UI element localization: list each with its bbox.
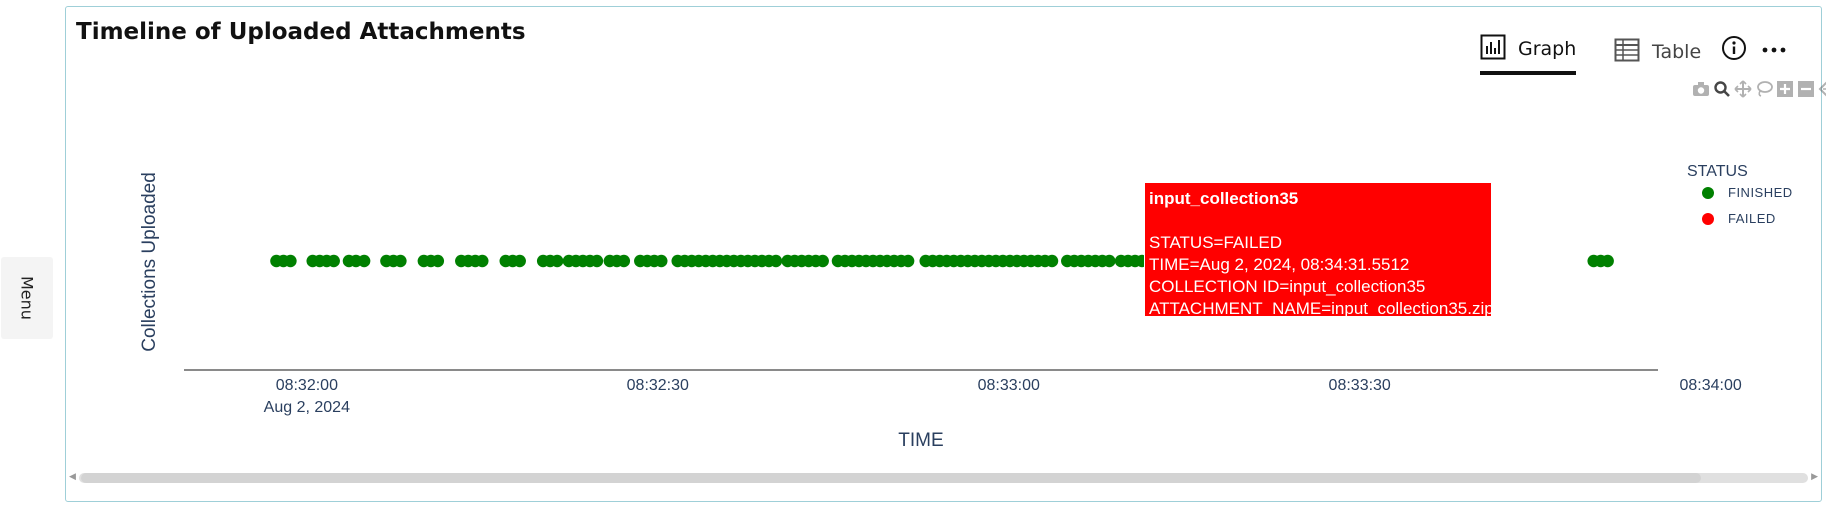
tooltip-line-status: STATUS=FAILED: [1149, 233, 1283, 252]
tooltip-line-collection-id: COLLECTION ID=input_collection35: [1149, 277, 1426, 296]
data-point-finished[interactable]: [816, 254, 829, 268]
x-axis-title: TIME: [898, 430, 943, 451]
plot-area: 08:32:00 Aug 2, 2024 08:32:30 08:33:00 08:33…: [139, 172, 1742, 451]
data-point-finished[interactable]: [327, 254, 340, 268]
data-point-finished[interactable]: [901, 254, 915, 268]
scroll-thumb[interactable]: [81, 473, 1701, 483]
x-tick-label: 08:32:30: [627, 377, 689, 394]
hover-tooltip: input_collection35 STATUS=FAILED TIME=Au…: [1144, 182, 1494, 318]
data-point-finished[interactable]: [1601, 254, 1614, 268]
tooltip-line-time: TIME=Aug 2, 2024, 08:34:31.5512: [1149, 255, 1410, 274]
data-point-finished[interactable]: [284, 254, 297, 268]
x-tick-label: 08:33:00: [978, 377, 1040, 394]
data-point-finished[interactable]: [476, 254, 489, 268]
data-point-finished[interactable]: [357, 254, 371, 268]
data-point-finished[interactable]: [394, 254, 407, 268]
data-point-finished[interactable]: [1103, 254, 1116, 268]
tooltip-line-attachment-name: ATTACHMENT_NAME=input_collection35.zip: [1149, 299, 1494, 318]
horizontal-scrollbar[interactable]: ◀ ▶: [65, 471, 1822, 483]
data-point-finished[interactable]: [550, 254, 564, 268]
data-point-finished[interactable]: [513, 254, 526, 268]
data-point-finished[interactable]: [1045, 254, 1059, 268]
data-point-finished[interactable]: [769, 254, 783, 268]
x-tick-label: 08:33:30: [1329, 377, 1391, 394]
x-tick-label: 08:32:00: [276, 377, 338, 394]
data-point-finished[interactable]: [617, 254, 631, 268]
y-axis-title: Collections Uploaded: [139, 172, 160, 352]
data-point-finished[interactable]: [431, 254, 445, 268]
tooltip-title: input_collection35: [1149, 189, 1299, 208]
scroll-right-icon[interactable]: ▶: [1811, 471, 1818, 482]
scatter-plot[interactable]: 08:32:00 Aug 2, 2024 08:32:30 08:33:00 08:33…: [0, 0, 1826, 505]
x-tick-label: 08:34:00: [1680, 377, 1742, 394]
scroll-left-icon[interactable]: ◀: [69, 471, 76, 482]
x-tick-date-label: Aug 2, 2024: [264, 399, 350, 416]
data-point-finished[interactable]: [655, 254, 668, 268]
data-point-finished[interactable]: [590, 254, 604, 268]
